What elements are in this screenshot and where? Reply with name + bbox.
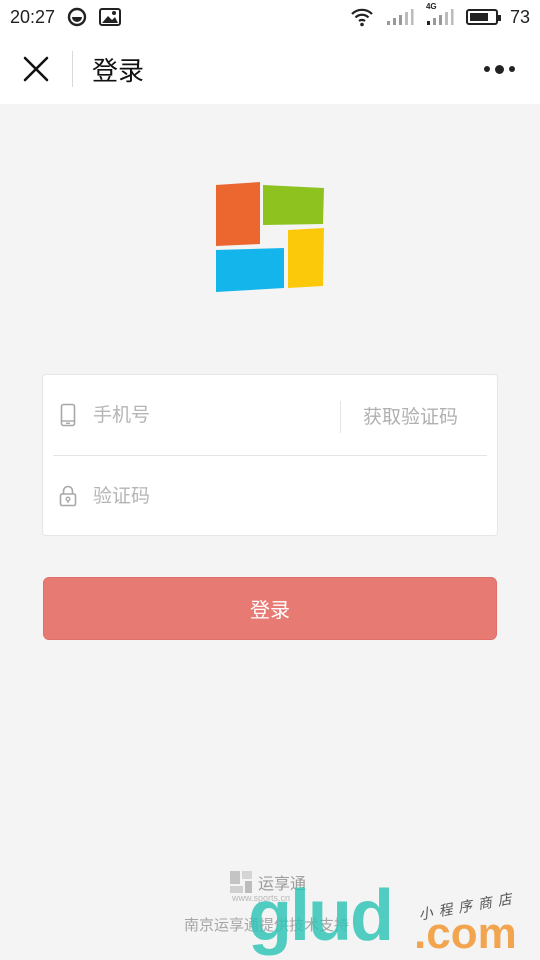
signal-4g-icon: 4G <box>426 2 454 26</box>
code-field-row <box>43 456 499 536</box>
wifi-icon <box>350 7 374 27</box>
verification-code-input[interactable] <box>93 476 333 516</box>
page-title: 登录 <box>92 56 145 87</box>
nav-divider <box>72 51 73 87</box>
more-icon <box>483 66 490 72</box>
phone-field-row: 获取验证码 <box>43 375 499 455</box>
phone-input[interactable] <box>93 395 333 435</box>
phone-icon <box>43 403 93 427</box>
image-icon <box>99 8 122 26</box>
battery-icon <box>465 9 501 25</box>
watermark-main: glud <box>248 876 394 956</box>
logo-tile-blue <box>216 248 284 292</box>
logo-tile-green <box>263 185 324 225</box>
battery-fill <box>469 13 489 21</box>
lock-icon <box>43 485 93 507</box>
signal-icon <box>386 8 414 26</box>
logo-tile-yellow <box>288 228 324 288</box>
battery-percent: 73 <box>509 6 530 27</box>
app-logo <box>214 182 326 294</box>
watermark-suffix: .com <box>414 909 517 958</box>
get-code-divider <box>340 401 341 433</box>
status-time: 20:27 <box>10 6 56 27</box>
status-bar-left: 20:27 <box>10 6 122 28</box>
close-button[interactable] <box>0 34 72 104</box>
more-button[interactable] <box>478 56 520 82</box>
status-bar-right: 4G 73 <box>350 2 530 28</box>
status-bar: 20:27 4G 73 <box>0 0 540 34</box>
login-form: 获取验证码 <box>42 374 498 536</box>
logo-tile-orange <box>216 182 260 246</box>
nav-bar: 登录 <box>0 34 540 104</box>
sync-icon <box>67 7 87 27</box>
get-code-button[interactable]: 获取验证码 <box>363 401 458 433</box>
network-type-label: 4G <box>425 2 437 11</box>
login-button[interactable]: 登录 <box>43 577 497 640</box>
close-icon <box>23 56 49 82</box>
